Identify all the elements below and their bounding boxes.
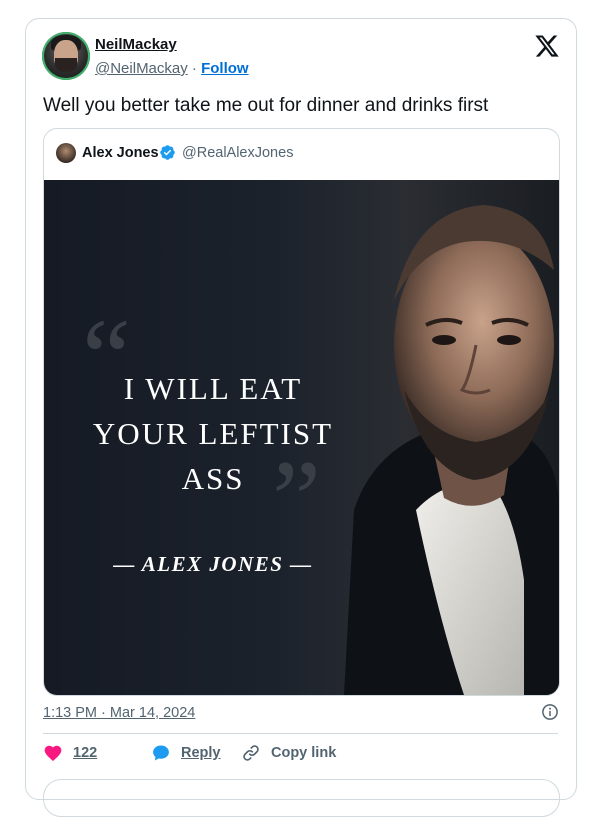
- quote-line-1: I WILL EAT: [123, 371, 303, 406]
- quoted-image[interactable]: “ I WILL EAT YOUR LEFTIST ASS ” — ALEX J…: [44, 180, 559, 695]
- heart-icon[interactable]: [43, 743, 63, 763]
- image-quote-text: I WILL EAT YOUR LEFTIST ASS: [58, 366, 368, 501]
- like-count[interactable]: 122: [73, 745, 97, 761]
- link-icon[interactable]: [241, 743, 261, 763]
- like-action[interactable]: 122: [43, 743, 97, 763]
- tweet-text: Well you better take me out for dinner a…: [43, 95, 489, 116]
- quoted-tweet[interactable]: Alex Jones @RealAlexJones “ I WILL EAT Y…: [43, 128, 560, 696]
- tweet-timestamp[interactable]: 1:13 PM · Mar 14, 2024: [43, 705, 195, 721]
- follow-link[interactable]: Follow: [201, 60, 249, 77]
- handle-separator: ·: [191, 60, 197, 77]
- verified-badge-icon: [160, 145, 175, 160]
- author-handle[interactable]: @NeilMackay: [95, 60, 188, 77]
- quoted-author-handle[interactable]: @RealAlexJones: [182, 145, 293, 161]
- info-icon[interactable]: [541, 703, 559, 721]
- divider: [43, 733, 558, 734]
- close-quote-mark: ”: [272, 438, 321, 560]
- reply-label[interactable]: Reply: [181, 745, 221, 761]
- quote-line-2: YOUR LEFTIST: [92, 416, 334, 451]
- reply-action[interactable]: Reply: [151, 743, 221, 763]
- x-logo-icon[interactable]: [534, 33, 560, 59]
- image-quote-author: — ALEX JONES —: [113, 552, 313, 576]
- author-avatar[interactable]: [42, 32, 90, 80]
- quoted-author-avatar[interactable]: [56, 143, 76, 163]
- quoted-author-name[interactable]: Alex Jones: [82, 145, 159, 161]
- speech-bubble-icon[interactable]: [151, 743, 171, 763]
- author-handle-row: @NeilMackay · Follow: [95, 60, 249, 77]
- author-name[interactable]: NeilMackay: [95, 36, 177, 53]
- tweet-embed-card: NeilMackay @NeilMackay · Follow Well you…: [25, 18, 577, 817]
- tweet-actions: 122 Reply Copy link: [43, 743, 558, 767]
- read-replies-button[interactable]: [43, 779, 560, 817]
- copy-link-label[interactable]: Copy link: [271, 745, 336, 761]
- copy-link-action[interactable]: Copy link: [241, 743, 336, 763]
- quote-line-3: ASS: [181, 461, 245, 496]
